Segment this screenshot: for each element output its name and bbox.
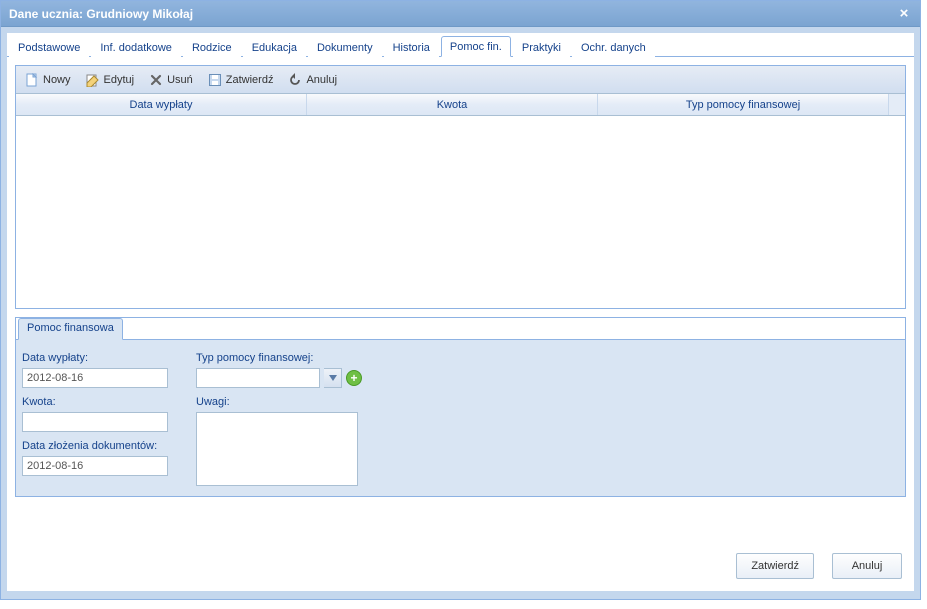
tab-historia[interactable]: Historia	[384, 37, 439, 57]
tab-rodzice[interactable]: Rodzice	[183, 37, 241, 57]
new-button[interactable]: Nowy	[20, 70, 75, 90]
chevron-down-icon	[329, 372, 337, 384]
window-title: Dane ucznia: Grudniowy Mikołaj	[9, 7, 896, 21]
form-area: Data wypłaty: Kwota: Data złożenia dokum…	[16, 340, 905, 496]
combo-typ-pomocy-wrap: +	[196, 368, 362, 388]
label-kwota: Kwota:	[22, 396, 168, 408]
dialog-footer: Zatwierdź Anuluj	[736, 553, 902, 579]
delete-button-label: Usuń	[167, 74, 193, 86]
form-col-right: Typ pomocy finansowej: + Uwagi:	[196, 348, 362, 486]
col-spacer	[889, 94, 905, 115]
col-data-wyplaty[interactable]: Data wypłaty	[16, 94, 307, 115]
label-data-wyplaty: Data wypłaty:	[22, 352, 168, 364]
student-dialog: Dane ucznia: Grudniowy Mikołaj × Podstaw…	[0, 0, 921, 600]
col-kwota[interactable]: Kwota	[307, 94, 598, 115]
textarea-uwagi[interactable]	[196, 412, 358, 486]
tab-ochr-danych[interactable]: Ochr. danych	[572, 37, 655, 57]
plus-icon: +	[350, 372, 357, 384]
close-icon[interactable]: ×	[896, 6, 912, 22]
label-uwagi: Uwagi:	[196, 396, 362, 408]
grid-body[interactable]	[16, 116, 905, 308]
tab-inf-dodatkowe[interactable]: Inf. dodatkowe	[91, 37, 181, 57]
dialog-body: Podstawowe Inf. dodatkowe Rodzice Edukac…	[7, 33, 914, 591]
form-col-left: Data wypłaty: Kwota: Data złożenia dokum…	[22, 348, 168, 486]
cancel-button-label: Anuluj	[306, 74, 337, 86]
new-file-icon	[24, 72, 40, 88]
cancel-button[interactable]: Anuluj	[283, 70, 341, 90]
label-data-zlozenia: Data złożenia dokumentów:	[22, 440, 168, 452]
titlebar: Dane ucznia: Grudniowy Mikołaj ×	[1, 1, 920, 27]
column-header-row: Data wypłaty Kwota Typ pomocy finansowej	[16, 94, 905, 116]
delete-icon	[148, 72, 164, 88]
tab-praktyki[interactable]: Praktyki	[513, 37, 570, 57]
tab-dokumenty[interactable]: Dokumenty	[308, 37, 382, 57]
confirm-button-label: Zatwierdź	[226, 74, 274, 86]
edit-button-label: Edytuj	[104, 74, 135, 86]
input-data-zlozenia[interactable]	[22, 456, 168, 476]
tab-pomoc-fin[interactable]: Pomoc fin.	[441, 36, 511, 57]
grid-toolbar: Nowy Edytuj Usuń	[16, 66, 905, 94]
tab-podstawowe[interactable]: Podstawowe	[9, 37, 89, 57]
input-data-wyplaty[interactable]	[22, 368, 168, 388]
detail-tabs: Pomoc finansowa	[16, 318, 905, 340]
undo-icon	[287, 72, 303, 88]
new-button-label: Nowy	[43, 74, 71, 86]
confirm-button[interactable]: Zatwierdź	[203, 70, 278, 90]
combo-typ-pomocy[interactable]	[196, 368, 320, 388]
input-kwota[interactable]	[22, 412, 168, 432]
grid-panel: Nowy Edytuj Usuń	[15, 65, 906, 309]
label-typ-pomocy: Typ pomocy finansowej:	[196, 352, 362, 364]
main-tabs: Podstawowe Inf. dodatkowe Rodzice Edukac…	[7, 33, 914, 57]
tab-edukacja[interactable]: Edukacja	[243, 37, 306, 57]
combo-trigger[interactable]	[324, 368, 342, 388]
delete-button[interactable]: Usuń	[144, 70, 197, 90]
detail-panel: Pomoc finansowa Data wypłaty: Kwota: Dat…	[15, 317, 906, 497]
edit-button[interactable]: Edytuj	[81, 70, 139, 90]
col-typ-pomocy[interactable]: Typ pomocy finansowej	[598, 94, 889, 115]
edit-icon	[85, 72, 101, 88]
dialog-cancel-button[interactable]: Anuluj	[832, 553, 902, 579]
dialog-confirm-button[interactable]: Zatwierdź	[736, 553, 814, 579]
add-type-button[interactable]: +	[346, 370, 362, 386]
save-icon	[207, 72, 223, 88]
tab-pomoc-finansowa[interactable]: Pomoc finansowa	[18, 318, 123, 340]
